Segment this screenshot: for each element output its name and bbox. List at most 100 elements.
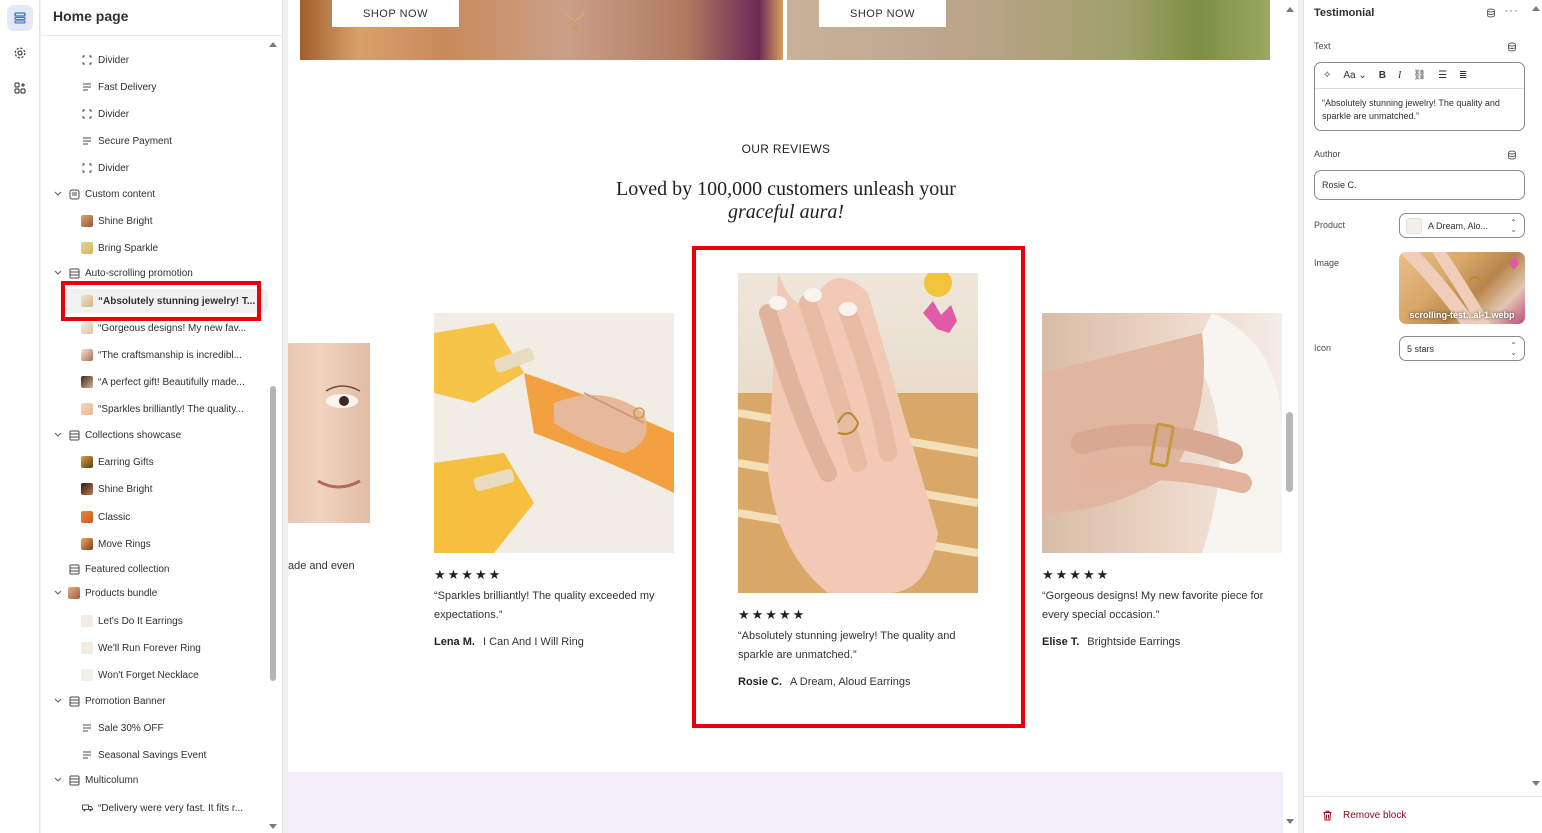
more-options-icon[interactable]: ··· bbox=[1504, 3, 1519, 17]
database-icon[interactable] bbox=[1486, 8, 1496, 18]
tree-section-products-bundle[interactable]: Products bundle bbox=[41, 581, 268, 605]
scroll-up-arrow[interactable] bbox=[1286, 7, 1294, 12]
section-heading: Loved by 100,000 customers unleash your … bbox=[288, 178, 1284, 224]
tree-item-move-rings[interactable]: Move Rings bbox=[41, 532, 268, 556]
tree-section-multicolumn[interactable]: Multicolumn bbox=[41, 768, 268, 792]
database-icon[interactable] bbox=[1507, 42, 1517, 52]
icon-select[interactable]: 5 stars ⌃ ⌄ bbox=[1399, 336, 1525, 361]
image-thumbnail bbox=[81, 615, 93, 627]
shop-now-button[interactable]: SHOP NOW bbox=[819, 0, 946, 27]
chevron-down-icon[interactable] bbox=[53, 774, 63, 784]
scroll-down-arrow[interactable] bbox=[1286, 819, 1294, 824]
divider-icon bbox=[81, 162, 93, 174]
chevron-down-icon[interactable] bbox=[53, 429, 63, 439]
shop-now-button[interactable]: SHOP NOW bbox=[332, 0, 459, 27]
text-block-icon bbox=[81, 81, 93, 93]
remove-block-button[interactable]: Remove block bbox=[1304, 796, 1542, 833]
product-label: Product bbox=[1314, 220, 1346, 230]
tree-item-wont-forget[interactable]: Won't Forget Necklace bbox=[41, 663, 268, 687]
heading-line-1: Loved by 100,000 customers unleash your bbox=[616, 178, 956, 200]
image-thumbnail bbox=[81, 376, 93, 388]
sidebar-scrollbar[interactable] bbox=[269, 36, 281, 833]
chevron-down-icon[interactable] bbox=[53, 587, 63, 597]
ai-sparkle-icon[interactable]: ✧ bbox=[1323, 70, 1331, 81]
rich-text-editor[interactable]: ✧ Aa ⌄ B I ⛓ ☰ ≣ “Absolutely stunning je… bbox=[1314, 62, 1525, 131]
text-block-icon bbox=[81, 722, 93, 734]
chevron-down-icon[interactable] bbox=[53, 188, 63, 198]
tree-item-shine-bright[interactable]: Shine Bright bbox=[41, 209, 268, 233]
tree-item-shine-bright[interactable]: Shine Bright bbox=[41, 477, 268, 501]
tree-item-secure-payment[interactable]: Secure Payment bbox=[41, 129, 268, 153]
italic-icon[interactable]: I bbox=[1398, 70, 1401, 81]
font-size-dropdown[interactable]: Aa ⌄ bbox=[1343, 70, 1366, 81]
bold-icon[interactable]: B bbox=[1379, 70, 1386, 81]
tree-item-classic[interactable]: Classic bbox=[41, 505, 268, 529]
section-icon bbox=[68, 188, 80, 200]
image-thumbnail bbox=[81, 215, 93, 227]
section-icon bbox=[68, 695, 80, 707]
tree-section-promotion-banner[interactable]: Promotion Banner bbox=[41, 689, 268, 713]
scroll-up-arrow[interactable] bbox=[269, 42, 277, 47]
tree-item-fast-delivery[interactable]: Fast Delivery bbox=[41, 75, 268, 99]
link-icon[interactable]: ⛓ bbox=[1413, 70, 1426, 81]
sections-sidebar: Home page Divider Fast Delivery Divider … bbox=[41, 0, 283, 833]
tree-section-featured-collection[interactable]: Featured collection bbox=[41, 557, 268, 581]
scroll-thumb[interactable] bbox=[270, 386, 276, 681]
image-thumbnail bbox=[81, 538, 93, 550]
apps-icon[interactable] bbox=[7, 75, 33, 101]
heading-line-2: graceful aura! bbox=[727, 201, 845, 223]
testimonial-image bbox=[288, 343, 370, 523]
selection-highlight-box bbox=[61, 281, 261, 321]
chevron-updown-icon: ⌃ ⌄ bbox=[1510, 340, 1517, 357]
tree-item-bring-sparkle[interactable]: Bring Sparkle bbox=[41, 236, 268, 260]
tree-item-earring-gifts[interactable]: Earring Gifts bbox=[41, 450, 268, 474]
gear-icon[interactable] bbox=[7, 40, 33, 66]
icon-rail bbox=[0, 0, 40, 833]
bullet-list-icon[interactable]: ☰ bbox=[1438, 70, 1447, 81]
tree-item-seasonal[interactable]: Seasonal Savings Event bbox=[41, 743, 268, 767]
scroll-up-arrow[interactable] bbox=[1532, 6, 1540, 11]
testimonial-partial-text: ade and even bbox=[288, 560, 355, 572]
panel-title: Testimonial bbox=[1314, 7, 1375, 19]
product-name[interactable]: Brightside Earrings bbox=[1087, 636, 1180, 648]
tree-item-testimonial[interactable]: “Sparkles brilliantly! The quality... bbox=[41, 397, 268, 421]
preview-scrollbar[interactable] bbox=[1283, 0, 1297, 833]
divider-icon bbox=[81, 54, 93, 66]
text-field-value[interactable]: “Absolutely stunning jewelry! The qualit… bbox=[1315, 89, 1524, 131]
numbered-list-icon[interactable]: ≣ bbox=[1459, 70, 1467, 81]
sidebar-title: Home page bbox=[41, 0, 282, 36]
testimonial-author: Lena M. I Can And I Will Ring bbox=[434, 636, 584, 648]
rte-toolbar: ✧ Aa ⌄ B I ⛓ ☰ ≣ bbox=[1315, 63, 1524, 89]
product-name[interactable]: I Can And I Will Ring bbox=[483, 636, 584, 648]
tree-item-divider[interactable]: Divider bbox=[41, 48, 268, 72]
product-thumbnail bbox=[1406, 218, 1422, 234]
scroll-down-arrow[interactable] bbox=[1532, 781, 1540, 786]
chevron-down-icon[interactable] bbox=[53, 267, 63, 277]
tree-item-well-run[interactable]: We'll Run Forever Ring bbox=[41, 636, 268, 660]
scroll-thumb[interactable] bbox=[1286, 412, 1293, 492]
author-input[interactable]: Rosie C. bbox=[1314, 170, 1525, 200]
image-thumbnail bbox=[81, 642, 93, 654]
image-thumbnail bbox=[81, 322, 93, 334]
tree-item-sale[interactable]: Sale 30% OFF bbox=[41, 716, 268, 740]
tree-item-divider[interactable]: Divider bbox=[41, 156, 268, 180]
tree-item-lets-do-it[interactable]: Let's Do It Earrings bbox=[41, 609, 268, 633]
scroll-down-arrow[interactable] bbox=[269, 824, 277, 829]
product-picker[interactable]: A Dream, Alo... ⌃ ⌄ bbox=[1399, 213, 1525, 238]
star-rating: ★★★★★ bbox=[434, 567, 503, 582]
tree-item-testimonial[interactable]: “The craftsmanship is incredibl... bbox=[41, 343, 268, 367]
tree-item-testimonial[interactable]: “A perfect gift! Beautifully made... bbox=[41, 370, 268, 394]
tree-section-collections-showcase[interactable]: Collections showcase bbox=[41, 423, 268, 447]
tree-item-delivery[interactable]: “Delivery were very fast. It fits r... bbox=[41, 796, 268, 820]
image-thumbnail bbox=[81, 483, 93, 495]
sections-icon[interactable] bbox=[7, 5, 33, 31]
image-thumbnail bbox=[81, 349, 93, 361]
chevron-down-icon[interactable] bbox=[53, 695, 63, 705]
text-block-icon bbox=[81, 135, 93, 147]
tree-section-custom-content[interactable]: Custom content bbox=[41, 182, 268, 206]
tree-item-divider[interactable]: Divider bbox=[41, 102, 268, 126]
image-picker[interactable]: scrolling-test...al-1.webp bbox=[1399, 252, 1525, 324]
text-block-icon bbox=[81, 749, 93, 761]
author-name: Lena M. bbox=[434, 636, 475, 648]
database-icon[interactable] bbox=[1507, 150, 1517, 160]
